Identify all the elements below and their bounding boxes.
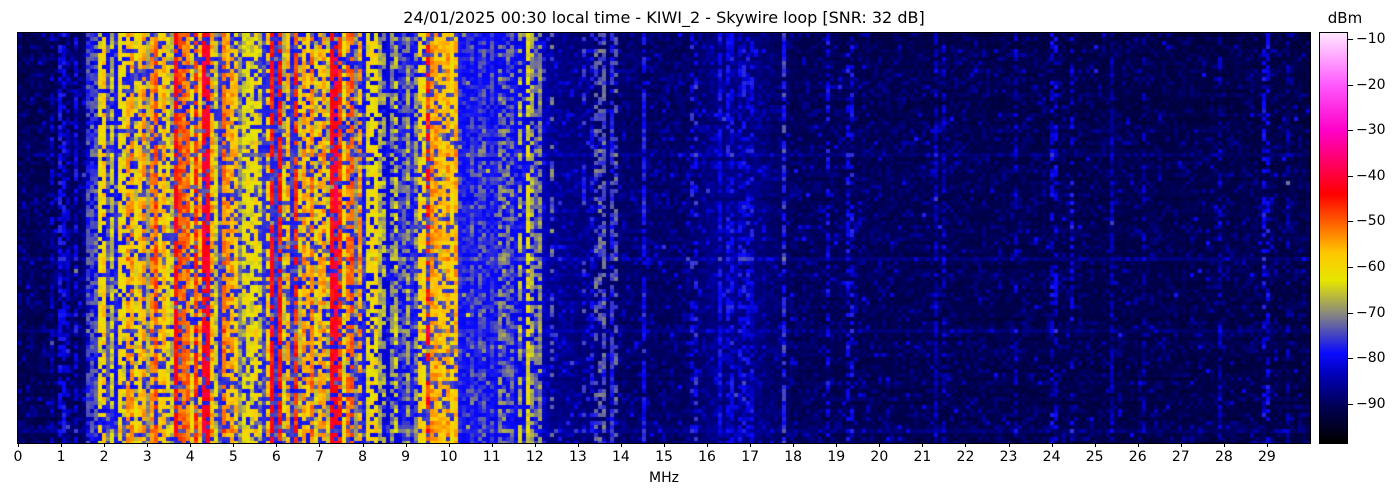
colorbar: [1319, 32, 1348, 444]
x-tick-label: 2: [99, 449, 109, 465]
colorbar-tick-mark: [1348, 312, 1353, 314]
x-tick-label: 4: [185, 449, 195, 465]
colorbar-tick-mark: [1348, 266, 1353, 268]
x-tick-mark: [405, 443, 407, 447]
x-tick-label: 18: [784, 449, 803, 465]
waterfall-canvas: [18, 33, 1310, 443]
x-axis-label: MHz: [649, 470, 679, 486]
x-tick-mark: [362, 443, 364, 447]
x-tick-mark: [491, 443, 493, 447]
x-tick-mark: [879, 443, 881, 447]
colorbar-tick-mark: [1348, 403, 1353, 405]
x-tick-mark: [233, 443, 235, 447]
colorbar-tick-label: −60: [1356, 258, 1386, 275]
colorbar-tick-label: −90: [1356, 395, 1386, 412]
x-tick-label: 28: [1214, 449, 1233, 465]
x-tick-label: 12: [525, 449, 544, 465]
x-tick-mark: [18, 443, 19, 447]
x-tick-label: 16: [698, 449, 716, 465]
x-tick-mark: [1094, 443, 1096, 447]
colorbar-tick-label: −30: [1356, 122, 1386, 139]
x-tick-mark: [534, 443, 536, 447]
colorbar-tick-mark: [1348, 358, 1353, 360]
colorbar-tick-label: −40: [1356, 167, 1386, 184]
x-tick-mark: [61, 443, 63, 447]
x-tick-label: 19: [827, 449, 846, 465]
colorbar-tick-label: −10: [1356, 30, 1386, 47]
x-tick-mark: [1266, 443, 1268, 447]
colorbar-tick-label: −80: [1356, 350, 1386, 367]
x-tick-mark: [1051, 443, 1053, 447]
x-tick-mark: [104, 443, 106, 447]
x-tick-label: 20: [870, 449, 889, 465]
x-tick-label: 29: [1258, 449, 1276, 465]
x-tick-mark: [965, 443, 967, 447]
x-tick-mark: [750, 443, 752, 447]
colorbar-tick-label: −50: [1356, 213, 1386, 230]
x-tick-label: 27: [1171, 449, 1190, 465]
x-tick-label: 14: [612, 449, 630, 465]
colorbar-tick-mark: [1348, 130, 1353, 132]
x-tick-label: 11: [482, 449, 501, 465]
x-tick-mark: [793, 443, 795, 447]
x-tick-label: 6: [271, 449, 281, 465]
colorbar-canvas: [1320, 33, 1347, 443]
x-tick-mark: [1180, 443, 1182, 447]
x-tick-label: 5: [228, 449, 238, 465]
colorbar-tick-mark: [1348, 38, 1353, 40]
x-tick-label: 26: [1128, 449, 1147, 465]
x-tick-mark: [1008, 443, 1010, 447]
x-tick-label: 7: [314, 449, 324, 465]
x-tick-mark: [319, 443, 321, 447]
x-tick-mark: [922, 443, 924, 447]
x-tick-mark: [1223, 443, 1225, 447]
x-tick-mark: [577, 443, 579, 447]
plot-title: 24/01/2025 00:30 local time - KIWI_2 - S…: [403, 8, 925, 27]
x-tick-label: 8: [358, 449, 367, 465]
x-tick-label: 23: [999, 449, 1018, 465]
x-tick-label: 21: [913, 449, 932, 465]
colorbar-tick-mark: [1348, 175, 1353, 177]
x-tick-label: 9: [401, 449, 411, 465]
colorbar-title: dBm: [1327, 9, 1363, 27]
x-tick-mark: [147, 443, 149, 447]
x-tick-mark: [707, 443, 709, 447]
colorbar-tick-mark: [1348, 221, 1353, 223]
x-tick-mark: [1137, 443, 1139, 447]
x-tick-label: 25: [1085, 449, 1104, 465]
x-tick-label: 17: [741, 449, 760, 465]
x-tick-label: 22: [956, 449, 975, 465]
x-tick-label: 0: [13, 449, 23, 465]
x-tick-label: 13: [568, 449, 587, 465]
colorbar-tick-label: −20: [1356, 76, 1386, 93]
x-tick-mark: [448, 443, 450, 447]
x-tick-label: 15: [655, 449, 673, 465]
x-tick-mark: [664, 443, 665, 447]
colorbar-tick-label: −70: [1356, 304, 1386, 321]
x-tick-label: 1: [56, 449, 66, 465]
x-tick-mark: [836, 443, 838, 447]
x-tick-label: 24: [1042, 449, 1061, 465]
waterfall-plot-area: [17, 32, 1311, 444]
spectrogram-figure: 24/01/2025 00:30 local time - KIWI_2 - S…: [0, 0, 1400, 500]
x-tick-mark: [620, 443, 622, 447]
x-tick-label: 10: [439, 449, 458, 465]
x-tick-label: 3: [142, 449, 152, 465]
x-tick-mark: [190, 443, 192, 447]
x-tick-mark: [276, 443, 278, 447]
colorbar-tick-mark: [1348, 84, 1353, 86]
